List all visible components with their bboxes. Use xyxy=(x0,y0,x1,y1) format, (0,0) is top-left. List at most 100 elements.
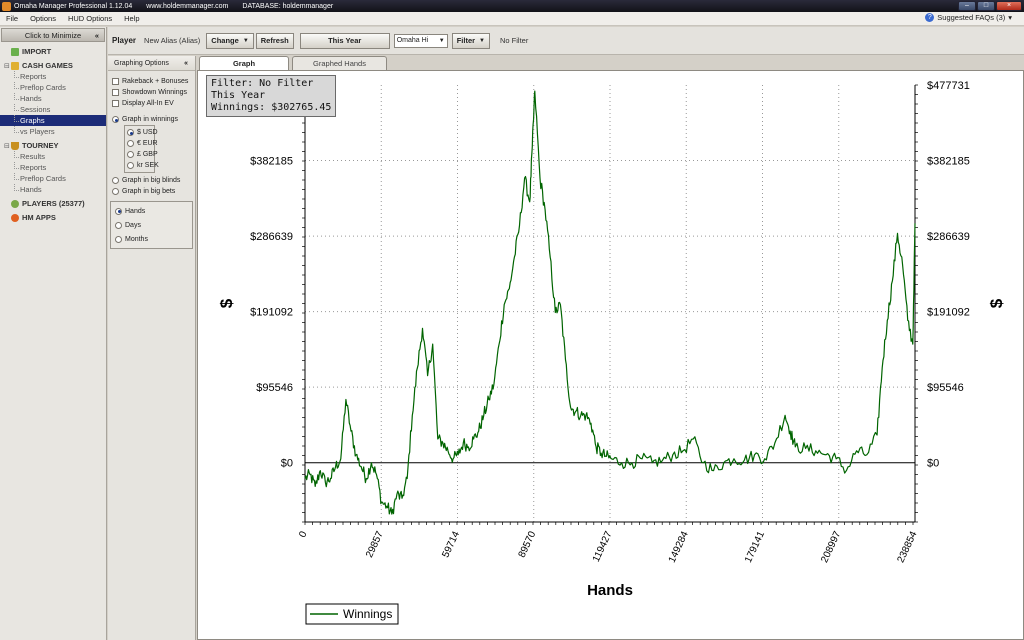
currency-sek-radio[interactable]: kr SEK xyxy=(125,160,159,171)
hm-apps-icon xyxy=(11,213,19,222)
suggested-faqs-link[interactable]: ? Suggested FAQs (3) ▾ xyxy=(925,13,1012,22)
sidebar-item-tourney-hands[interactable]: Hands xyxy=(0,184,106,195)
y-tick-label-right: $382185 xyxy=(927,156,970,168)
graphing-options-panel: Graphing Options « Rakeback + Bonuses Sh… xyxy=(108,56,196,640)
chevron-down-icon: ▼ xyxy=(479,37,485,44)
y-tick-label-right: $286639 xyxy=(927,231,970,243)
tab-graphed-hands[interactable]: Graphed Hands xyxy=(292,56,387,70)
sidebar-item-cash-games[interactable]: ⊟ CASH GAMES xyxy=(0,60,106,71)
active-filter-text: No Filter xyxy=(500,36,529,45)
collapse-panel-icon[interactable]: « xyxy=(184,60,188,67)
sidebar-item-reports[interactable]: Reports xyxy=(0,71,106,82)
rakeback-label: Rakeback + Bonuses xyxy=(122,78,189,85)
sidebar-item-preflop-cards[interactable]: Preflop Cards xyxy=(0,82,106,93)
close-window-button[interactable]: × xyxy=(996,1,1022,11)
sidebar-item-import[interactable]: IMPORT xyxy=(0,46,106,57)
trophy-icon xyxy=(11,141,19,150)
menu-options[interactable]: Options xyxy=(24,14,62,23)
currency-eur-radio[interactable]: € EUR xyxy=(125,138,158,149)
x-tick-label: 29857 xyxy=(364,529,386,559)
x-tick-label: 0 xyxy=(297,529,310,539)
x-axis-mode-group: Hands Days Months xyxy=(110,201,193,249)
filter-button[interactable]: Filter ▼ xyxy=(451,32,490,49)
legend-label: Winnings xyxy=(343,607,392,621)
y-tick-label-left: $286639 xyxy=(250,231,293,243)
change-label: Change xyxy=(211,36,239,45)
info-winnings: Winnings: $302765.45 xyxy=(211,102,332,113)
suggested-faqs-label: Suggested FAQs (3) xyxy=(937,13,1006,22)
player-alias: New Alias (Alias) xyxy=(144,36,201,45)
sidebar-item-results[interactable]: Results xyxy=(0,151,106,162)
graph-tabs: Graph Graphed Hands xyxy=(197,56,1024,70)
sidebar-item-hands[interactable]: Hands xyxy=(0,93,106,104)
currency-gbp-radio[interactable]: £ GBP xyxy=(125,149,158,160)
x-tick-label: 149284 xyxy=(667,529,691,564)
game-type-value: Omaha Hi xyxy=(396,37,429,44)
currency-usd-label: $ USD xyxy=(137,129,158,136)
app-icon xyxy=(2,1,11,11)
sidebar-item-sessions[interactable]: Sessions xyxy=(0,104,106,115)
winnings-chart: $0 $0 $95546 $95546 $191092 $191092 $286639 $28… xyxy=(217,80,1006,625)
x-mode-months-label: Months xyxy=(125,235,148,243)
database-label: DATABASE: holdemmanager xyxy=(242,2,334,10)
sidebar-cash-games-label: CASH GAMES xyxy=(22,61,73,70)
y-axis-title-right: $ xyxy=(987,298,1006,308)
menu-help[interactable]: Help xyxy=(118,14,145,23)
sidebar-import-label: IMPORT xyxy=(22,47,52,56)
title-bar: Omaha Manager Professional 1.12.04 www.h… xyxy=(0,0,1024,12)
currency-gbp-label: £ GBP xyxy=(137,151,158,158)
rakeback-checkbox[interactable]: Rakeback + Bonuses xyxy=(108,76,195,87)
sidebar-item-hm-apps[interactable]: HM APPS xyxy=(0,212,106,223)
y-tick-label-left: $0 xyxy=(281,458,293,470)
y-axis-title-left: $ xyxy=(217,298,236,308)
currency-group: $ USD € EUR £ GBP kr SEK xyxy=(124,125,159,173)
sidebar-item-tourney[interactable]: ⊟ TOURNEY xyxy=(0,140,106,151)
collapse-icon[interactable]: ⊟ xyxy=(4,62,10,70)
y-tick-label-right: $477731 xyxy=(927,80,970,92)
chevron-down-icon: ▾ xyxy=(1008,13,1012,22)
game-type-select[interactable]: Omaha Hi ▼ xyxy=(393,33,448,48)
minimize-sidebar-button[interactable]: Click to Minimize « xyxy=(1,28,105,42)
tab-graph[interactable]: Graph xyxy=(199,56,289,70)
graph-winnings-label: Graph in winnings xyxy=(122,116,179,123)
maximize-window-button[interactable]: □ xyxy=(977,1,995,11)
graph-big-bets-radio[interactable]: Graph in big bets xyxy=(108,186,195,197)
graph-big-blinds-radio[interactable]: Graph in big blinds xyxy=(108,175,195,186)
showdown-checkbox[interactable]: Showdown Winnings xyxy=(108,87,195,98)
menu-file[interactable]: File xyxy=(0,14,24,23)
sidebar-item-graphs[interactable]: Graphs xyxy=(0,115,106,126)
date-range-button[interactable]: This Year xyxy=(299,32,390,49)
x-tick-label: 89570 xyxy=(517,529,539,559)
sidebar-item-tourney-reports[interactable]: Reports xyxy=(0,162,106,173)
graph-big-blinds-label: Graph in big blinds xyxy=(122,177,181,184)
sidebar-item-tourney-preflop-cards[interactable]: Preflop Cards xyxy=(0,173,106,184)
x-axis-title: Hands xyxy=(587,582,633,599)
sidebar-item-players[interactable]: PLAYERS (25377) xyxy=(0,198,106,209)
window-title: Omaha Manager Professional 1.12.04 xyxy=(14,2,133,10)
filter-label: Filter xyxy=(456,36,476,45)
x-mode-months-radio[interactable]: Months xyxy=(111,232,192,246)
window-controls: – □ × xyxy=(958,1,1022,11)
x-mode-days-radio[interactable]: Days xyxy=(111,218,192,232)
change-player-button[interactable]: Change ▼ xyxy=(206,32,254,49)
sidebar-hm-apps-label: HM APPS xyxy=(22,213,56,222)
sidebar-players-label: PLAYERS (25377) xyxy=(22,199,85,208)
minimize-window-button[interactable]: – xyxy=(958,1,976,11)
filter-toolbar: Player New Alias (Alias) Change ▼ Refres… xyxy=(108,27,1024,55)
x-mode-hands-label: Hands xyxy=(125,207,146,215)
allin-ev-checkbox[interactable]: Display All-In EV xyxy=(108,98,195,109)
info-period: This Year xyxy=(211,90,266,101)
graph-winnings-radio[interactable]: Graph in winnings xyxy=(108,114,195,125)
collapse-icon[interactable]: ⊟ xyxy=(4,142,10,150)
graphing-options-title: Graphing Options xyxy=(114,59,169,67)
x-mode-hands-radio[interactable]: Hands xyxy=(111,204,192,218)
y-tick-label-left: $191092 xyxy=(250,307,293,319)
x-tick-label: 59714 xyxy=(440,529,462,559)
chevron-down-icon: ▼ xyxy=(438,37,445,44)
refresh-button[interactable]: Refresh xyxy=(255,32,294,49)
info-filter: Filter: No Filter xyxy=(211,78,314,89)
menu-hud-options[interactable]: HUD Options xyxy=(62,14,118,23)
sidebar-item-vs-players[interactable]: vs Players xyxy=(0,126,106,137)
chevron-down-icon: ▼ xyxy=(242,37,249,44)
currency-usd-radio[interactable]: $ USD xyxy=(125,127,158,138)
